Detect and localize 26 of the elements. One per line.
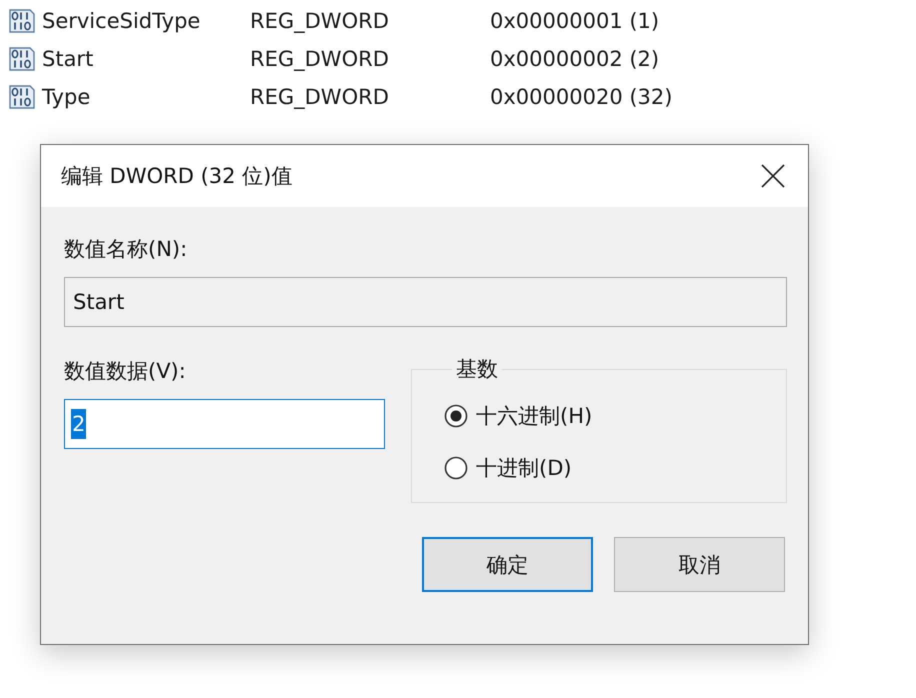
value-type: REG_DWORD [250,85,390,109]
radio-label[interactable]: 十六进制(H) [476,402,592,430]
radio-button[interactable] [444,404,468,428]
dialog-title: 编辑 DWORD (32 位)值 [61,163,292,190]
field-label: 数值名称(N): [64,236,188,263]
binary-value-icon [8,8,36,34]
value-data: 0x00000020 (32) [490,85,674,109]
field-text: 2 [71,409,86,439]
binary-value-icon [8,84,36,110]
value-data: 0x00000002 (2) [490,47,660,71]
group-label: 基数 [455,356,499,383]
value-name: ServiceSidType [42,9,202,33]
value-type: REG_DWORD [250,47,390,71]
value-data: 0x00000001 (1) [490,9,660,33]
ok-button[interactable]: 确定 [422,537,593,592]
close-icon [761,164,785,188]
value-data-field[interactable]: 2 [64,399,385,449]
value-name: Start [42,47,94,71]
value-type: REG_DWORD [250,9,390,33]
cancel-button[interactable]: 取消 [614,537,785,592]
field-label: 数值数据(V): [64,358,187,385]
binary-value-icon [8,46,36,72]
value-name-field[interactable]: Start [64,277,787,327]
value-name: Type [42,85,92,109]
radio-button[interactable] [444,456,468,480]
radio-label[interactable]: 十进制(D) [476,454,572,482]
